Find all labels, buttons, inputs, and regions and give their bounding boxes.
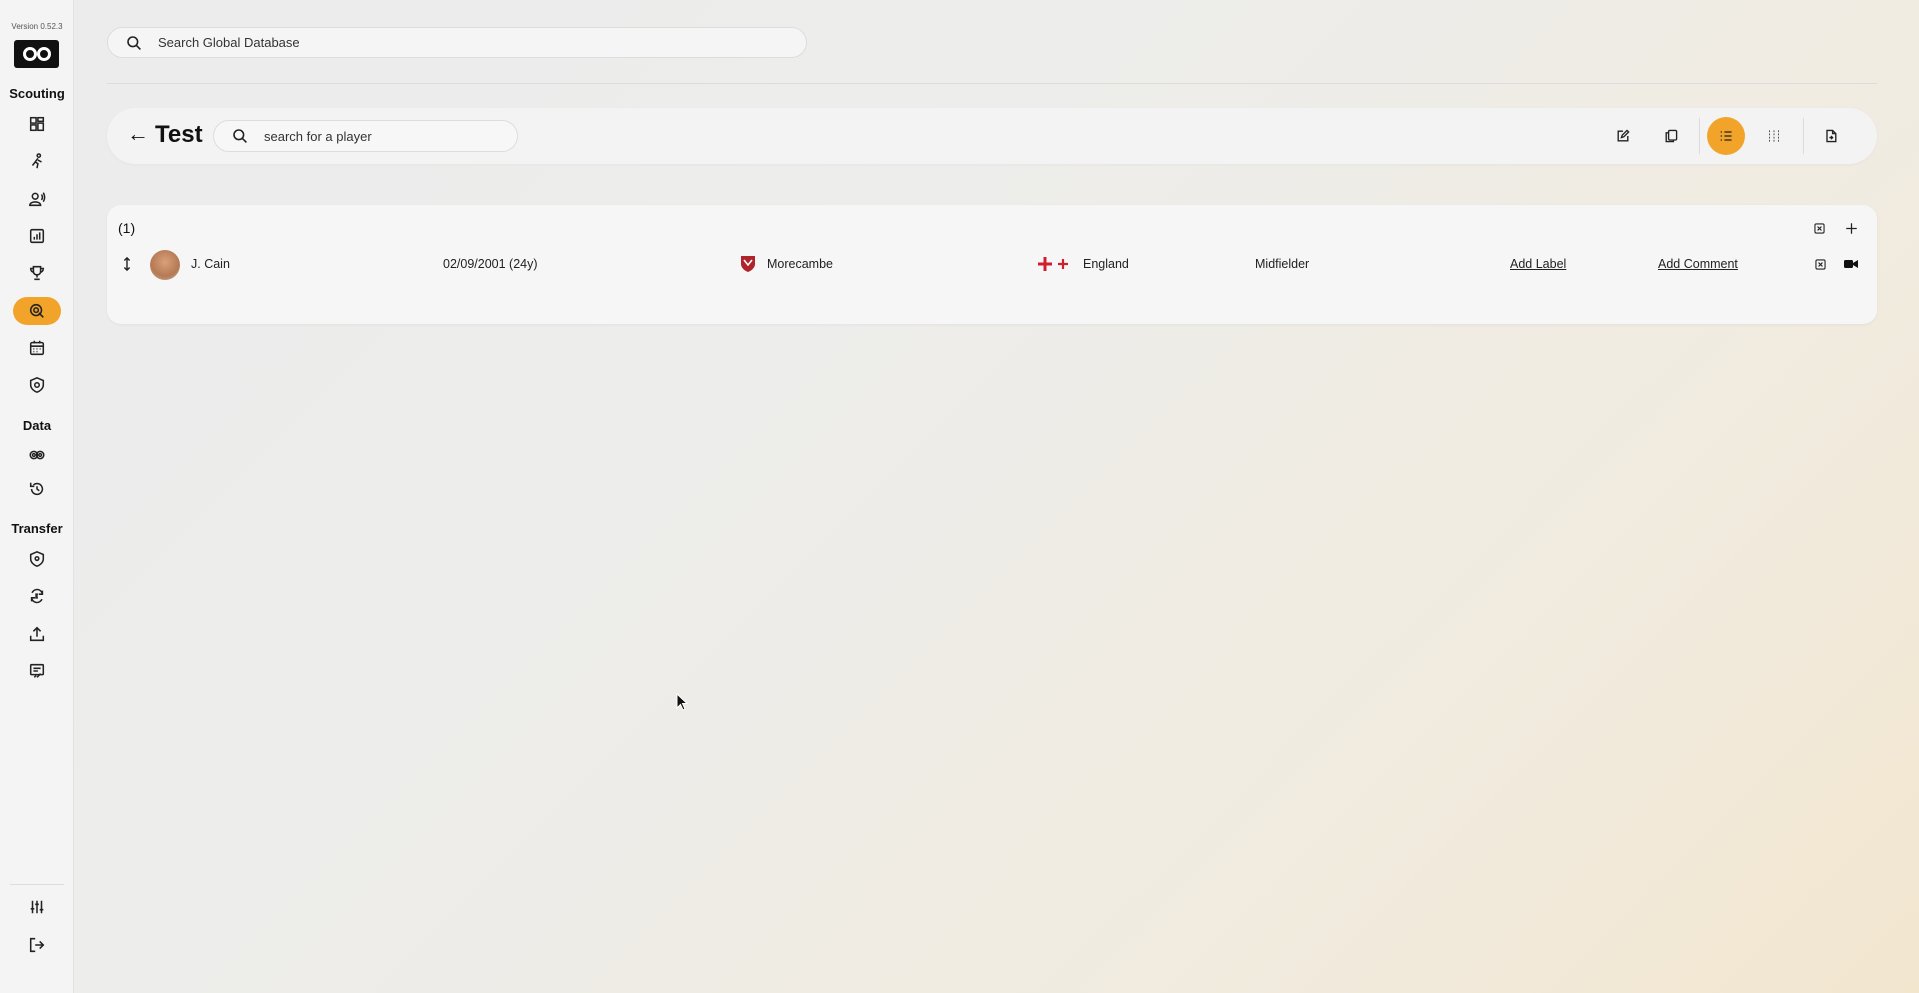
table-row[interactable]: J. Cain 02/09/2001 (24y) Morecambe Engla…: [107, 247, 1877, 281]
nav-shadow-team-icon[interactable]: [13, 297, 61, 325]
list-icon: [1720, 131, 1732, 141]
player-position: Midfielder: [1255, 257, 1310, 271]
nav-players-icon[interactable]: [13, 147, 61, 175]
nav-history-icon[interactable]: [13, 475, 61, 503]
player-name[interactable]: J. Cain: [191, 247, 230, 281]
sidebar-divider: [10, 884, 64, 885]
version-label: Version 0.52.3: [11, 22, 63, 31]
settings-sliders-icon[interactable]: [13, 893, 61, 921]
england-flag-icon: [1035, 247, 1075, 281]
section-data: Data: [22, 418, 52, 433]
global-search-input[interactable]: [158, 35, 758, 50]
duplicate-button[interactable]: [1652, 117, 1690, 155]
app-logo[interactable]: [14, 40, 59, 68]
edit-icon: [1617, 129, 1630, 142]
logo-mark-icon: [22, 47, 51, 61]
nav-scouts-icon[interactable]: [13, 185, 61, 213]
player-search-input[interactable]: [264, 128, 504, 144]
add-label-link[interactable]: Add Label: [1510, 247, 1566, 281]
grid-icon: [1769, 130, 1779, 142]
nav-club-shield-icon[interactable]: [13, 371, 61, 399]
nav-checklist-icon[interactable]: [13, 657, 61, 685]
nav-upload-icon[interactable]: [13, 620, 61, 648]
global-search-bar[interactable]: [107, 27, 807, 58]
remove-player-button[interactable]: [1811, 247, 1829, 281]
remove-icon: [1814, 258, 1826, 270]
video-icon[interactable]: [1842, 247, 1860, 281]
document-export-icon: [1826, 129, 1837, 143]
nav-trophy-icon[interactable]: [13, 259, 61, 287]
export-button[interactable]: [1812, 117, 1850, 155]
avatar: [150, 250, 180, 280]
edit-button[interactable]: [1604, 117, 1642, 155]
list-view-button[interactable]: [1707, 117, 1745, 155]
nav-exchange-icon[interactable]: [13, 582, 61, 610]
add-player-button[interactable]: [1842, 219, 1860, 237]
player-list-card: (1) J. Cain 02/09/2001 (24y) Morecambe E…: [107, 205, 1877, 324]
player-search-bar[interactable]: [213, 120, 518, 152]
search-icon: [233, 129, 247, 143]
add-comment-link[interactable]: Add Comment: [1658, 247, 1738, 281]
nav-data-hub-icon[interactable]: [13, 441, 61, 469]
player-dob: 02/09/2001 (24y): [443, 257, 538, 271]
mouse-cursor-icon: [676, 693, 688, 711]
club-name: Morecambe: [767, 257, 833, 271]
header-separator: [1699, 118, 1700, 154]
nav-calendar-icon[interactable]: [13, 334, 61, 362]
nav-reports-icon[interactable]: [13, 222, 61, 250]
clear-list-button[interactable]: [1810, 219, 1828, 237]
club-crest-icon: [739, 247, 757, 281]
list-header-bar: ← Test: [107, 108, 1877, 164]
player-nationality: England: [1083, 257, 1129, 271]
plus-icon: [1845, 222, 1857, 234]
grid-view-button[interactable]: [1755, 117, 1793, 155]
logout-icon[interactable]: [13, 931, 61, 959]
nav-transfer-shield-icon[interactable]: [13, 545, 61, 573]
back-arrow-icon[interactable]: ←: [127, 122, 149, 146]
top-divider: [107, 83, 1877, 84]
copy-icon: [1665, 129, 1678, 143]
section-transfer: Transfer: [11, 521, 63, 536]
remove-icon: [1813, 222, 1825, 234]
sidebar: Version 0.52.3 Scouting Data Transfer: [0, 0, 74, 993]
nav-dashboard-icon[interactable]: [13, 110, 61, 138]
player-count: (1): [118, 220, 136, 236]
header-separator: [1803, 118, 1804, 154]
section-scouting: Scouting: [9, 86, 65, 101]
drag-handle-icon[interactable]: [117, 247, 137, 281]
page-title: Test: [155, 121, 203, 148]
search-icon: [127, 35, 141, 50]
